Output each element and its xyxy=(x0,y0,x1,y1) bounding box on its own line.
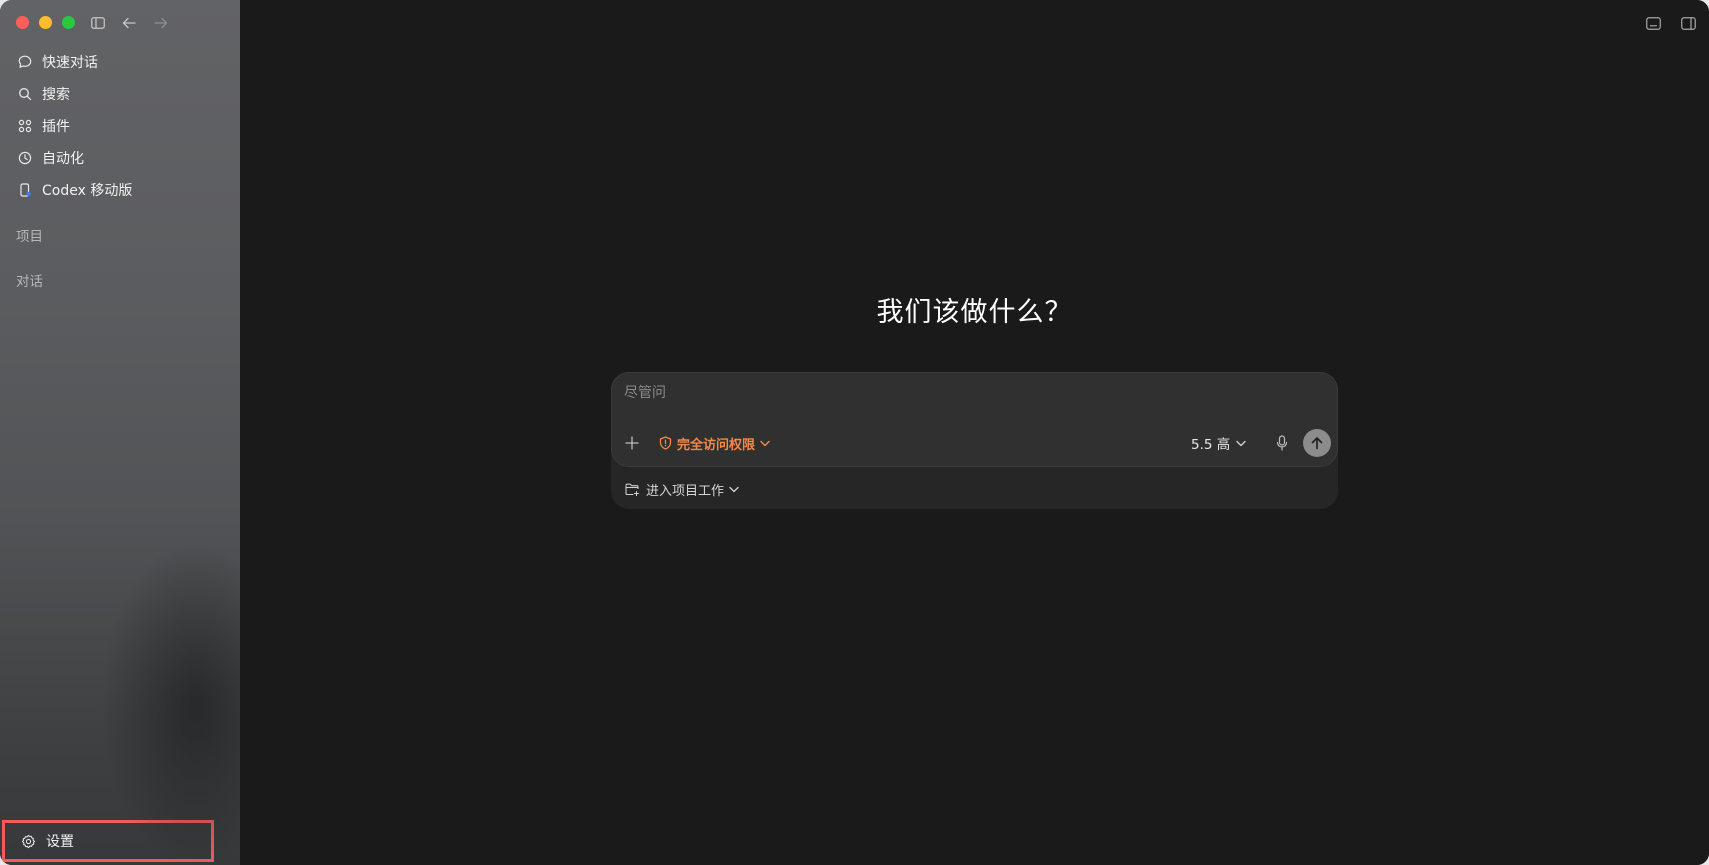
plus-icon xyxy=(625,436,639,450)
back-arrow-icon[interactable] xyxy=(119,13,139,33)
section-label-conversations: 对话 xyxy=(16,274,43,290)
sidebar-item-codex-mobile[interactable]: Codex 移动版 xyxy=(12,176,228,204)
settings-button[interactable]: 设置 xyxy=(2,820,214,862)
prompt-input[interactable] xyxy=(622,384,1306,402)
access-permission-dropdown[interactable]: 完全访问权限 xyxy=(659,432,770,454)
sidebar-item-quick-chat[interactable]: 快速对话 xyxy=(12,48,228,76)
chevron-down-icon xyxy=(760,440,770,447)
composer-container: 完全访问权限 5.5 高 xyxy=(611,372,1338,509)
clock-icon xyxy=(16,149,34,167)
settings-label: 设置 xyxy=(46,834,74,850)
minimize-window-button[interactable] xyxy=(39,16,52,29)
composer: 完全访问权限 5.5 高 xyxy=(611,372,1338,467)
chevron-down-icon xyxy=(729,486,739,493)
shield-alert-icon xyxy=(659,436,672,450)
main-panel: 我们该做什么？ 完全访问权限 5.5 高 xyxy=(240,0,1709,865)
add-attachment-button[interactable] xyxy=(623,434,641,452)
microphone-button[interactable] xyxy=(1273,434,1291,452)
enter-project-label: 进入项目工作 xyxy=(646,483,725,499)
terminal-panel-icon[interactable] xyxy=(1644,14,1662,32)
access-permission-label: 完全访问权限 xyxy=(677,437,756,453)
sidebar-item-label: Codex 移动版 xyxy=(42,183,133,199)
model-label: 5.5 高 xyxy=(1191,437,1231,453)
close-window-button[interactable] xyxy=(16,16,29,29)
mobile-icon xyxy=(16,181,34,199)
maximize-window-button[interactable] xyxy=(62,16,75,29)
sidebar-item-label: 插件 xyxy=(42,119,70,135)
sidebar-item-search[interactable]: 搜索 xyxy=(12,80,228,108)
plugins-grid-icon xyxy=(16,117,34,135)
toggle-right-panel-icon[interactable] xyxy=(1679,14,1697,32)
enter-project-dropdown[interactable]: 进入项目工作 xyxy=(625,478,739,500)
gear-icon xyxy=(19,832,37,850)
section-label-projects: 项目 xyxy=(16,229,43,245)
forward-arrow-icon[interactable] xyxy=(151,13,171,33)
sidebar-item-automation[interactable]: 自动化 xyxy=(12,144,228,172)
toggle-sidebar-icon[interactable] xyxy=(88,13,108,33)
sidebar-item-label: 快速对话 xyxy=(42,55,98,71)
sidebar-item-plugins[interactable]: 插件 xyxy=(12,112,228,140)
arrow-up-icon xyxy=(1311,437,1323,450)
microphone-icon xyxy=(1276,435,1288,451)
chevron-down-icon xyxy=(1236,440,1246,447)
sidebar: 快速对话 搜索 插件 自动化 Codex 移动版 项目 对话 设置 xyxy=(0,0,260,865)
model-selector-dropdown[interactable]: 5.5 高 xyxy=(1191,432,1246,454)
search-icon xyxy=(16,85,34,103)
folder-plus-icon xyxy=(625,483,640,496)
sidebar-item-label: 自动化 xyxy=(42,151,84,167)
chat-bubble-icon xyxy=(16,53,34,71)
app-window: 快速对话 搜索 插件 自动化 Codex 移动版 项目 对话 设置 我们该做什么… xyxy=(0,0,1709,865)
page-title: 我们该做什么？ xyxy=(876,297,1073,328)
sidebar-item-label: 搜索 xyxy=(42,87,70,103)
send-button[interactable] xyxy=(1303,429,1331,457)
